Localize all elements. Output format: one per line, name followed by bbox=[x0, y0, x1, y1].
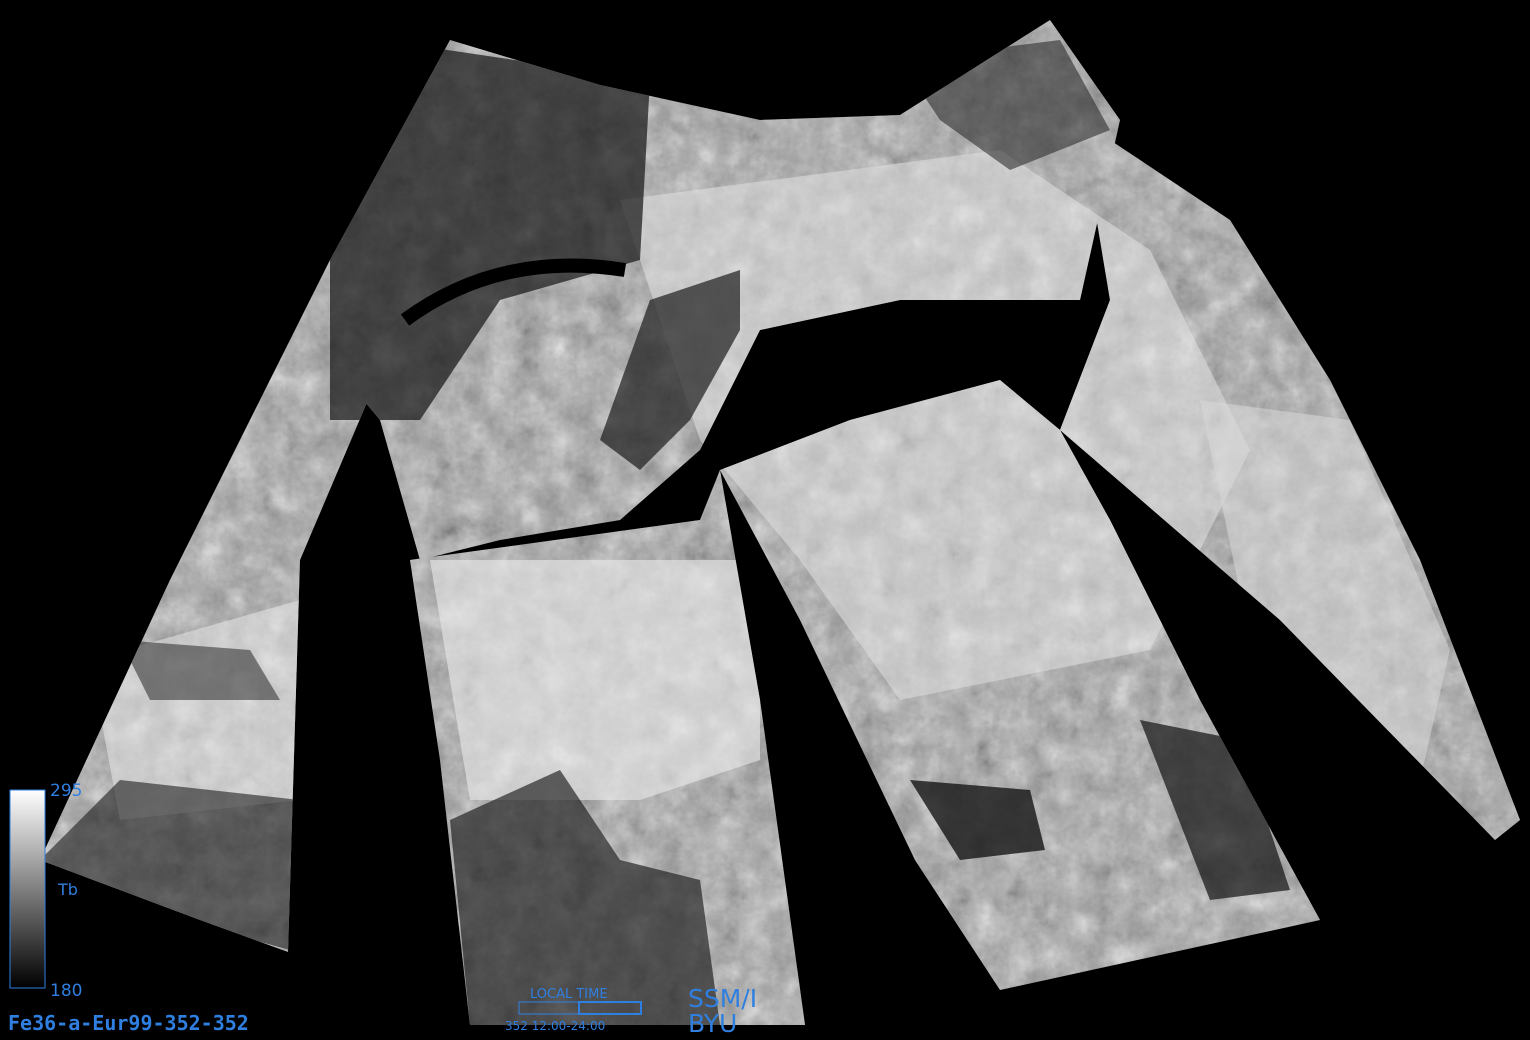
product-id-label: Fe36-a-Eur99-352-352 bbox=[8, 1011, 249, 1035]
colorbar-min-label: 180 bbox=[50, 981, 82, 1001]
colorbar-variable-label: Tb bbox=[57, 880, 78, 899]
colorbar-max-label: 295 bbox=[50, 781, 82, 801]
org-label: BYU bbox=[688, 1009, 737, 1038]
brightness-temperature-map: 295 Tb 180 Fe36-a-Eur99-352-352 LOCAL TI… bbox=[0, 0, 1530, 1040]
colorbar-gradient bbox=[9, 789, 46, 989]
local-time-title: LOCAL TIME bbox=[530, 987, 608, 1002]
local-time-range: 352 12:00-24:00 bbox=[505, 1019, 605, 1033]
